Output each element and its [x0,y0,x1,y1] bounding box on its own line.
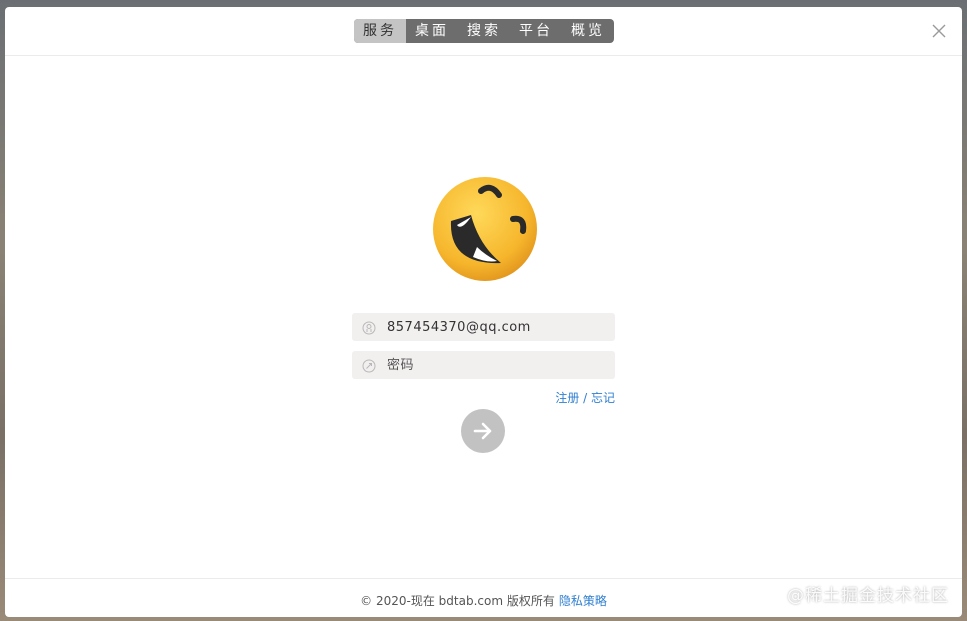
close-icon[interactable] [932,24,946,38]
arrow-right-icon [473,422,492,440]
tab-desktop[interactable]: 桌面 [406,19,458,43]
login-dialog: 服务 桌面 搜索 平台 概览 857454370@qq.com 注册 / 忘记 … [5,7,962,617]
username-input[interactable] [387,313,615,341]
tab-services[interactable]: 服务 [354,19,406,43]
watermark: @稀土掘金技术社区 [787,586,949,606]
laughing-emoji-icon [431,175,539,283]
tab-platform[interactable]: 平台 [510,19,562,43]
password-field[interactable] [352,351,615,379]
tab-overview[interactable]: 概览 [562,19,614,43]
copyright-text: © 2020-现在 bdtab.com 版权所有 [360,594,555,608]
top-bar: 服务 桌面 搜索 平台 概览 [5,7,962,56]
tab-search[interactable]: 搜索 [458,19,510,43]
lock-icon [362,358,376,373]
password-input[interactable] [387,351,615,379]
tab-bar: 服务 桌面 搜索 平台 概览 [354,19,614,43]
privacy-link[interactable]: 隐私策略 [559,594,607,608]
login-submit-button[interactable] [461,409,505,453]
username-field[interactable] [352,313,615,341]
user-icon [362,320,376,335]
register-forgot-link[interactable]: 注册 / 忘记 [525,389,615,406]
